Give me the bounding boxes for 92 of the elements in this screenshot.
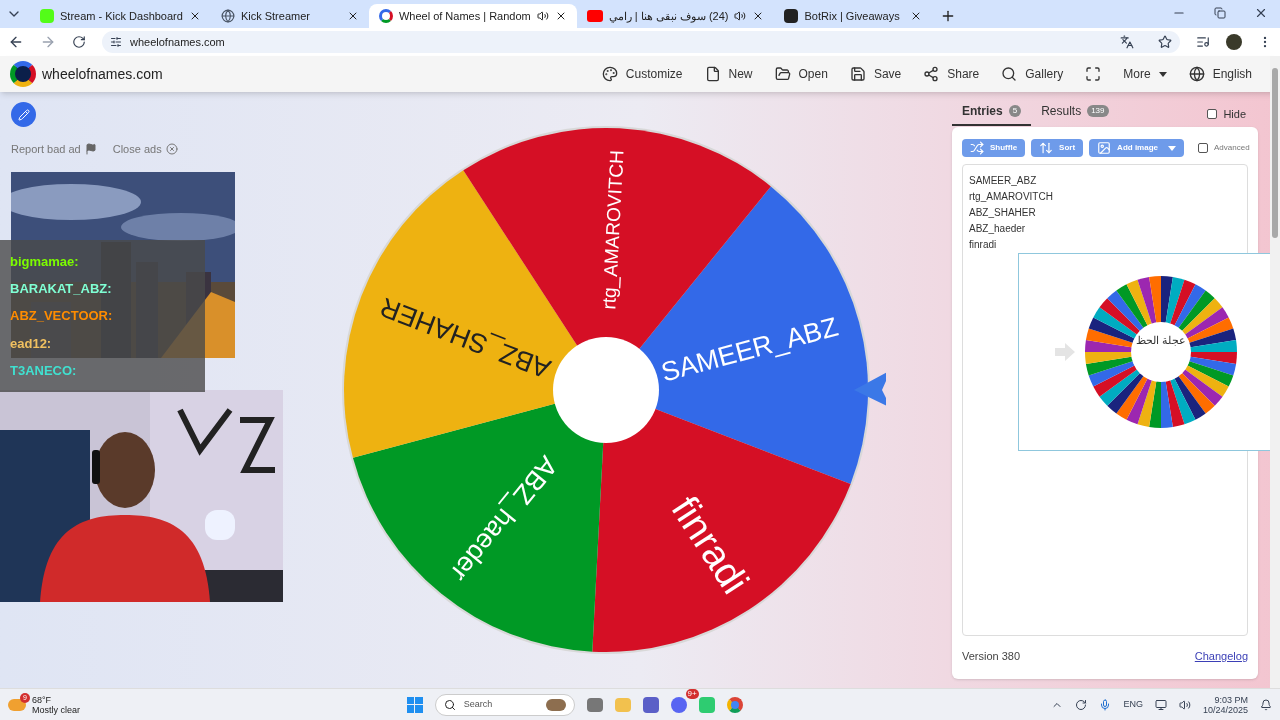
nav-button[interactable]: Customize (601, 65, 683, 83)
nav-button[interactable]: English (1188, 65, 1252, 83)
count-badge: 5 (1008, 105, 1022, 117)
monitor-icon[interactable] (1154, 698, 1167, 711)
share-icon (923, 66, 940, 82)
browser-tab[interactable]: Stream - Kick Dashboard (30, 4, 211, 28)
browser-tab[interactable]: (24) سوف نبقى هنا | رامي (576, 4, 775, 28)
tab-title: BotRix | Giveaways (804, 8, 901, 24)
nav-button[interactable]: Share (923, 65, 980, 83)
temperature-text: 68°F (32, 694, 53, 705)
globe-icon (1188, 66, 1205, 82)
chat-username: bigmamae: (10, 254, 79, 270)
wheel-title: عجلة الحظ (1134, 333, 1188, 348)
site-title[interactable]: wheelofnames.com (42, 63, 163, 85)
hide-checkbox[interactable] (1207, 108, 1218, 119)
logo-icon[interactable] (10, 61, 36, 87)
translate-icon[interactable] (1120, 35, 1134, 49)
nav-button[interactable]: Open (774, 65, 828, 83)
clock-date: 10/24/2025 (1202, 704, 1248, 715)
chat-username: T3ANECO: (10, 362, 77, 378)
panel-tab[interactable]: Results 139 (1031, 102, 1119, 126)
advanced-checkbox[interactable] (1198, 143, 1208, 153)
nav-button[interactable]: Save (849, 65, 902, 83)
file-icon (704, 66, 721, 82)
flag-icon (84, 143, 97, 156)
browser-tab[interactable]: Kick Streamer (210, 4, 369, 28)
url-text: wheelofnames.com (130, 34, 226, 50)
bookmark-icon[interactable] (1158, 35, 1172, 49)
address-field[interactable]: wheelofnames.com (102, 31, 1180, 53)
nav-button[interactable]: New (704, 65, 753, 83)
nav-button[interactable]: Gallery (1001, 65, 1064, 83)
weather-text: Mostly clear (32, 704, 80, 715)
tab-title: Wheel of Names | Random (398, 8, 531, 24)
changelog-link[interactable]: Changelog (1194, 648, 1248, 665)
wheel-hub[interactable] (553, 337, 659, 443)
entry-text: SAMEER_ABZ (969, 174, 1038, 188)
browser-tab[interactable]: Wheel of Names | Random (368, 4, 577, 28)
chrome-icon[interactable] (726, 696, 743, 713)
tab-title: Stream - Kick Dashboard (60, 8, 183, 24)
back-icon[interactable] (8, 34, 24, 50)
notification-badge: 9+ (685, 688, 699, 699)
chat-username: ABZ_VECTOOR: (10, 308, 113, 324)
image-icon (1097, 141, 1112, 155)
entry-text: ABZ_SHAHER (969, 206, 1037, 220)
start-icon[interactable] (406, 696, 423, 713)
edit-button[interactable] (11, 102, 36, 127)
globe-icon (220, 9, 235, 23)
pencil-icon (17, 108, 30, 121)
microphone-icon[interactable] (1099, 698, 1112, 711)
count-badge: 139 (1087, 105, 1109, 117)
chat-username: BARAKAT_ABZ: (10, 281, 112, 297)
segment-label: rtg_AMAROVITCH (598, 149, 628, 310)
caret-icon (1158, 71, 1167, 77)
pointer-icon (854, 370, 886, 408)
entry-text: rtg_AMAROVITCH (969, 190, 1054, 204)
wheel-icon (378, 9, 393, 23)
search-icon (443, 698, 456, 711)
scrollbar[interactable] (1270, 56, 1280, 688)
caret-icon (1168, 145, 1176, 151)
profile-avatar[interactable] (1226, 34, 1242, 50)
close-ads-link[interactable]: Close ads (112, 141, 162, 158)
search-placeholder: Search (463, 697, 494, 711)
bell-icon[interactable] (1260, 698, 1272, 711)
nav-button[interactable]: More (1123, 65, 1167, 83)
media-icon[interactable] (1196, 35, 1210, 49)
language-indicator[interactable]: ENG (1123, 697, 1143, 712)
search-field[interactable]: Search (434, 693, 575, 716)
tab-title: Kick Streamer (240, 8, 311, 24)
version-text: Version 380 (962, 649, 1021, 664)
nav-button[interactable] (1085, 66, 1102, 82)
report-ad-link[interactable]: Report bad ad (11, 141, 81, 158)
clock-time: 9:03 PM (1214, 694, 1248, 705)
reload-icon[interactable] (72, 35, 86, 49)
hide-label: Hide (1223, 106, 1246, 122)
sort-icon (1039, 141, 1054, 155)
entry-text: finradi (969, 238, 998, 252)
chat-username: ead12: (10, 335, 52, 351)
tab-title: (24) سوف نبقى هنا | رامي (608, 8, 729, 25)
entry-text: ABZ_haeder (969, 222, 1027, 236)
site-info-icon (110, 36, 122, 48)
advanced-label: Advanced (1214, 142, 1250, 154)
save-icon (849, 66, 866, 82)
browser-tab[interactable]: BotRix | Giveaways (774, 4, 933, 28)
search-icon (1001, 66, 1018, 82)
volume-icon[interactable] (1178, 698, 1191, 711)
fullscreen-icon (1085, 66, 1102, 82)
sync-icon[interactable] (1075, 698, 1088, 711)
shuffle-icon (970, 141, 984, 155)
restore-icon[interactable] (1214, 7, 1226, 19)
palette-icon (601, 66, 618, 82)
arrow-icon (1055, 343, 1075, 361)
close-icon[interactable] (1254, 6, 1268, 20)
